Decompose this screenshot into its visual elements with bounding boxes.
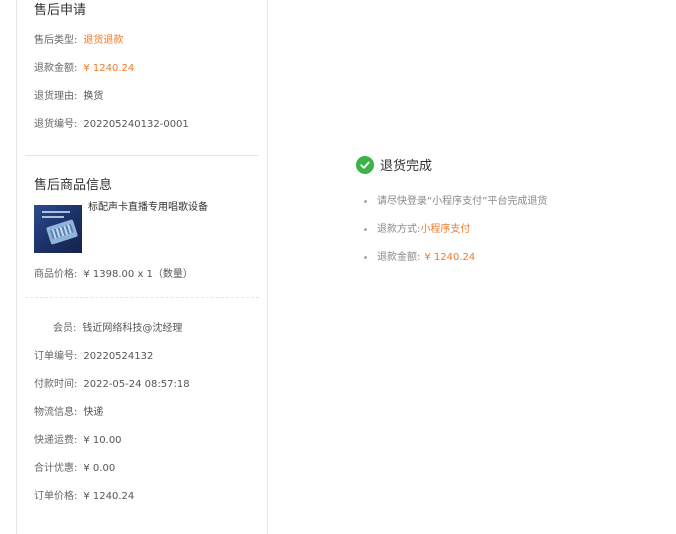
discount-row: 合计优惠: ¥ 0.00 [34, 459, 115, 474]
status-hint-text: 请尽快登录“小程序支付”平台完成退货 [377, 196, 548, 207]
type-value: 退货退款 [83, 35, 124, 46]
product-thumbnail[interactable] [34, 205, 82, 253]
reason-value: 换货 [83, 91, 104, 102]
logistics-label: 物流信息: [34, 407, 78, 418]
bullet-dot-icon [364, 227, 367, 231]
refund-method-item: 退款方式:小程序支付 [364, 220, 470, 235]
after-sale-type-row: 售后类型: 退货退款 [34, 31, 123, 46]
member-label: 会员: [53, 323, 77, 334]
payment-time-label: 付款时间: [34, 379, 78, 390]
amount-value: ¥ 1240.24 [83, 63, 135, 74]
order-total-label: 订单价格: [34, 491, 78, 502]
shipping-fee-row: 快递运费: ¥ 10.00 [34, 431, 122, 446]
section-divider [25, 155, 259, 156]
section-divider-dashed [25, 297, 259, 298]
price-value: ¥ 1398.00 x 1（数量） [83, 269, 193, 280]
product-section-title: 售后商品信息 [34, 178, 113, 193]
after-sale-panel: 售后申请 售后类型: 退货退款 退款金额: ¥ 1240.24 退货理由: 换货 退货… [16, 0, 268, 534]
application-title: 售后申请 [34, 3, 87, 18]
status-title: 退货完成 [380, 159, 433, 174]
status-header: 退货完成 [356, 155, 432, 174]
refund-amount-value: ¥ 1240.24 [424, 252, 476, 263]
number-label: 退货编号: [34, 119, 78, 130]
return-number-row: 退货编号: 202205240132-0001 [34, 115, 189, 130]
type-label: 售后类型: [34, 35, 78, 46]
order-number-value: 20220524132 [83, 351, 154, 362]
status-hint-item: 请尽快登录“小程序支付”平台完成退货 [364, 192, 547, 207]
product-price-row: 商品价格: ¥ 1398.00 x 1（数量） [34, 265, 193, 280]
refund-method-value: 小程序支付 [420, 224, 471, 235]
refund-amount-label: 退款金额: [377, 252, 421, 263]
member-row: 会员: 钱近网络科技@沈经理 [53, 319, 182, 334]
shipping-fee-value: ¥ 10.00 [83, 435, 122, 446]
discount-label: 合计优惠: [34, 463, 78, 474]
payment-time-row: 付款时间: 2022-05-24 08:57:18 [34, 375, 190, 390]
order-number-row: 订单编号: 20220524132 [34, 347, 153, 362]
reason-label: 退货理由: [34, 91, 78, 102]
order-total-value: ¥ 1240.24 [83, 491, 135, 502]
logistics-value: 快递 [83, 407, 104, 418]
amount-label: 退款金额: [34, 63, 78, 74]
price-label: 商品价格: [34, 269, 78, 280]
refund-amount-item: 退款金额: ¥ 1240.24 [364, 248, 475, 263]
bullet-dot-icon [364, 255, 367, 259]
order-total-row: 订单价格: ¥ 1240.24 [34, 487, 134, 502]
bullet-dot-icon [364, 199, 367, 203]
check-circle-icon [356, 155, 374, 174]
payment-time-value: 2022-05-24 08:57:18 [83, 379, 190, 390]
refund-amount-row: 退款金额: ¥ 1240.24 [34, 59, 134, 74]
return-reason-row: 退货理由: 换货 [34, 87, 103, 102]
number-value: 202205240132-0001 [83, 119, 189, 130]
discount-value: ¥ 0.00 [83, 463, 116, 474]
refund-method-label: 退款方式: [377, 224, 421, 235]
order-number-label: 订单编号: [34, 351, 78, 362]
logistics-row: 物流信息: 快递 [34, 403, 103, 418]
member-value: 钱近网络科技@沈经理 [82, 323, 183, 334]
shipping-fee-label: 快递运费: [34, 435, 78, 446]
product-name-link[interactable]: 标配声卡直播专用唱歌设备 [88, 198, 208, 213]
